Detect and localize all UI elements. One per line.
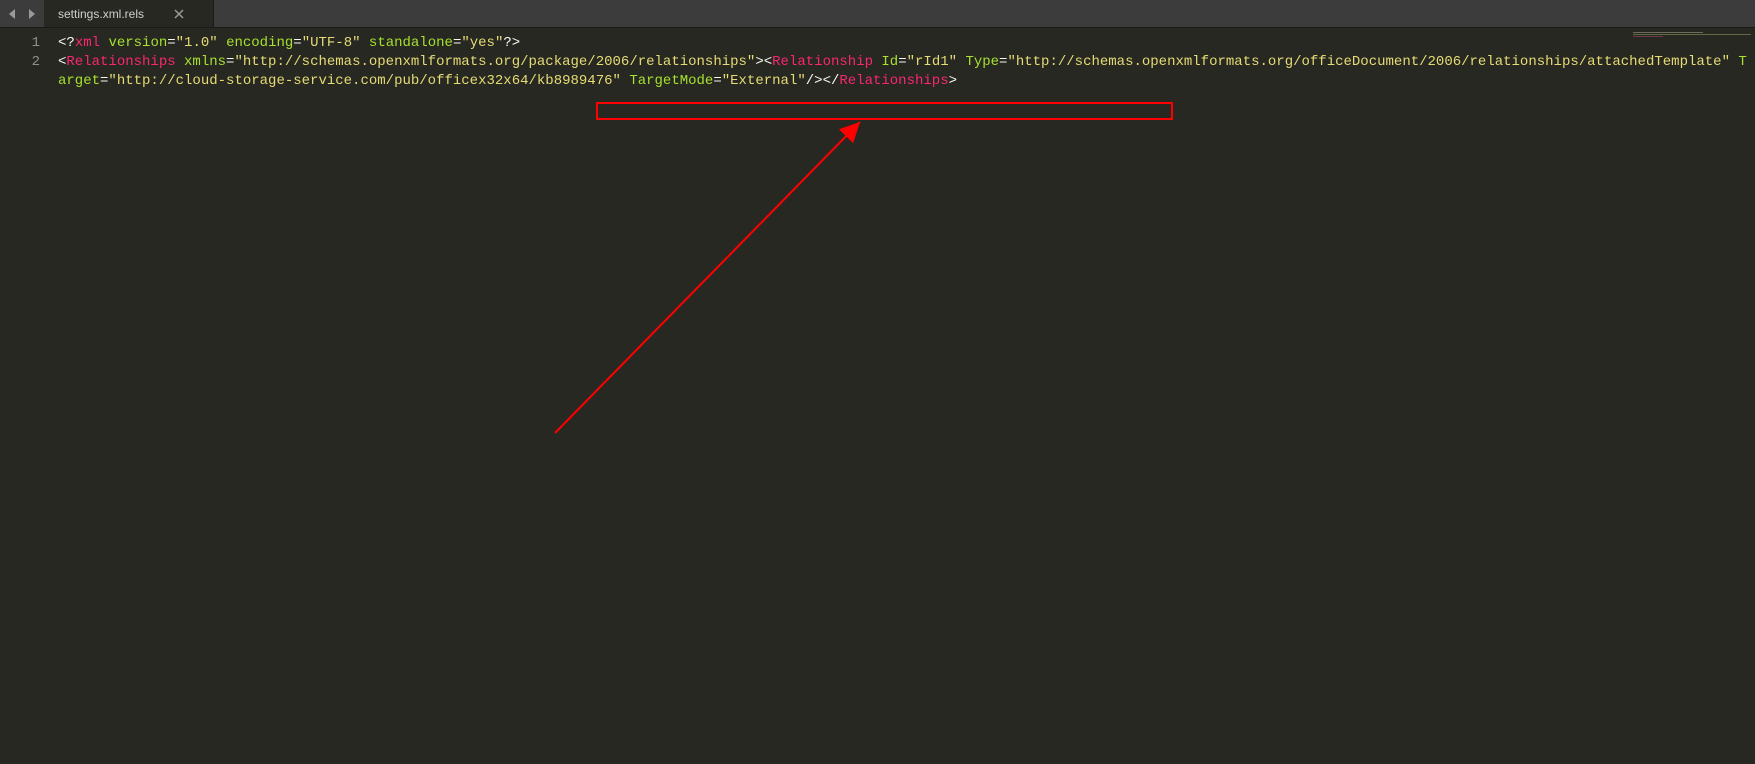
code-line-2: <Relationships xmlns="http://schemas.ope…	[58, 53, 1755, 91]
code-area[interactable]: <?xml version="1.0" encoding="UTF-8" sta…	[50, 28, 1755, 764]
file-tab-label: settings.xml.rels	[58, 7, 144, 21]
tab-nav-next-icon[interactable]	[24, 7, 38, 21]
close-icon[interactable]	[172, 7, 186, 21]
tab-bar: settings.xml.rels	[0, 0, 1755, 28]
editor: 1 2 <?xml version="1.0" encoding="UTF-8"…	[0, 28, 1755, 764]
line-gutter: 1 2	[0, 28, 50, 764]
line-number: 2	[0, 53, 40, 72]
file-tab[interactable]: settings.xml.rels	[44, 0, 214, 27]
tab-nav-arrows	[0, 0, 44, 27]
minimap[interactable]	[1633, 32, 1751, 37]
tab-nav-prev-icon[interactable]	[6, 7, 20, 21]
code-line-1: <?xml version="1.0" encoding="UTF-8" sta…	[58, 34, 1755, 53]
line-number: 1	[0, 34, 40, 53]
